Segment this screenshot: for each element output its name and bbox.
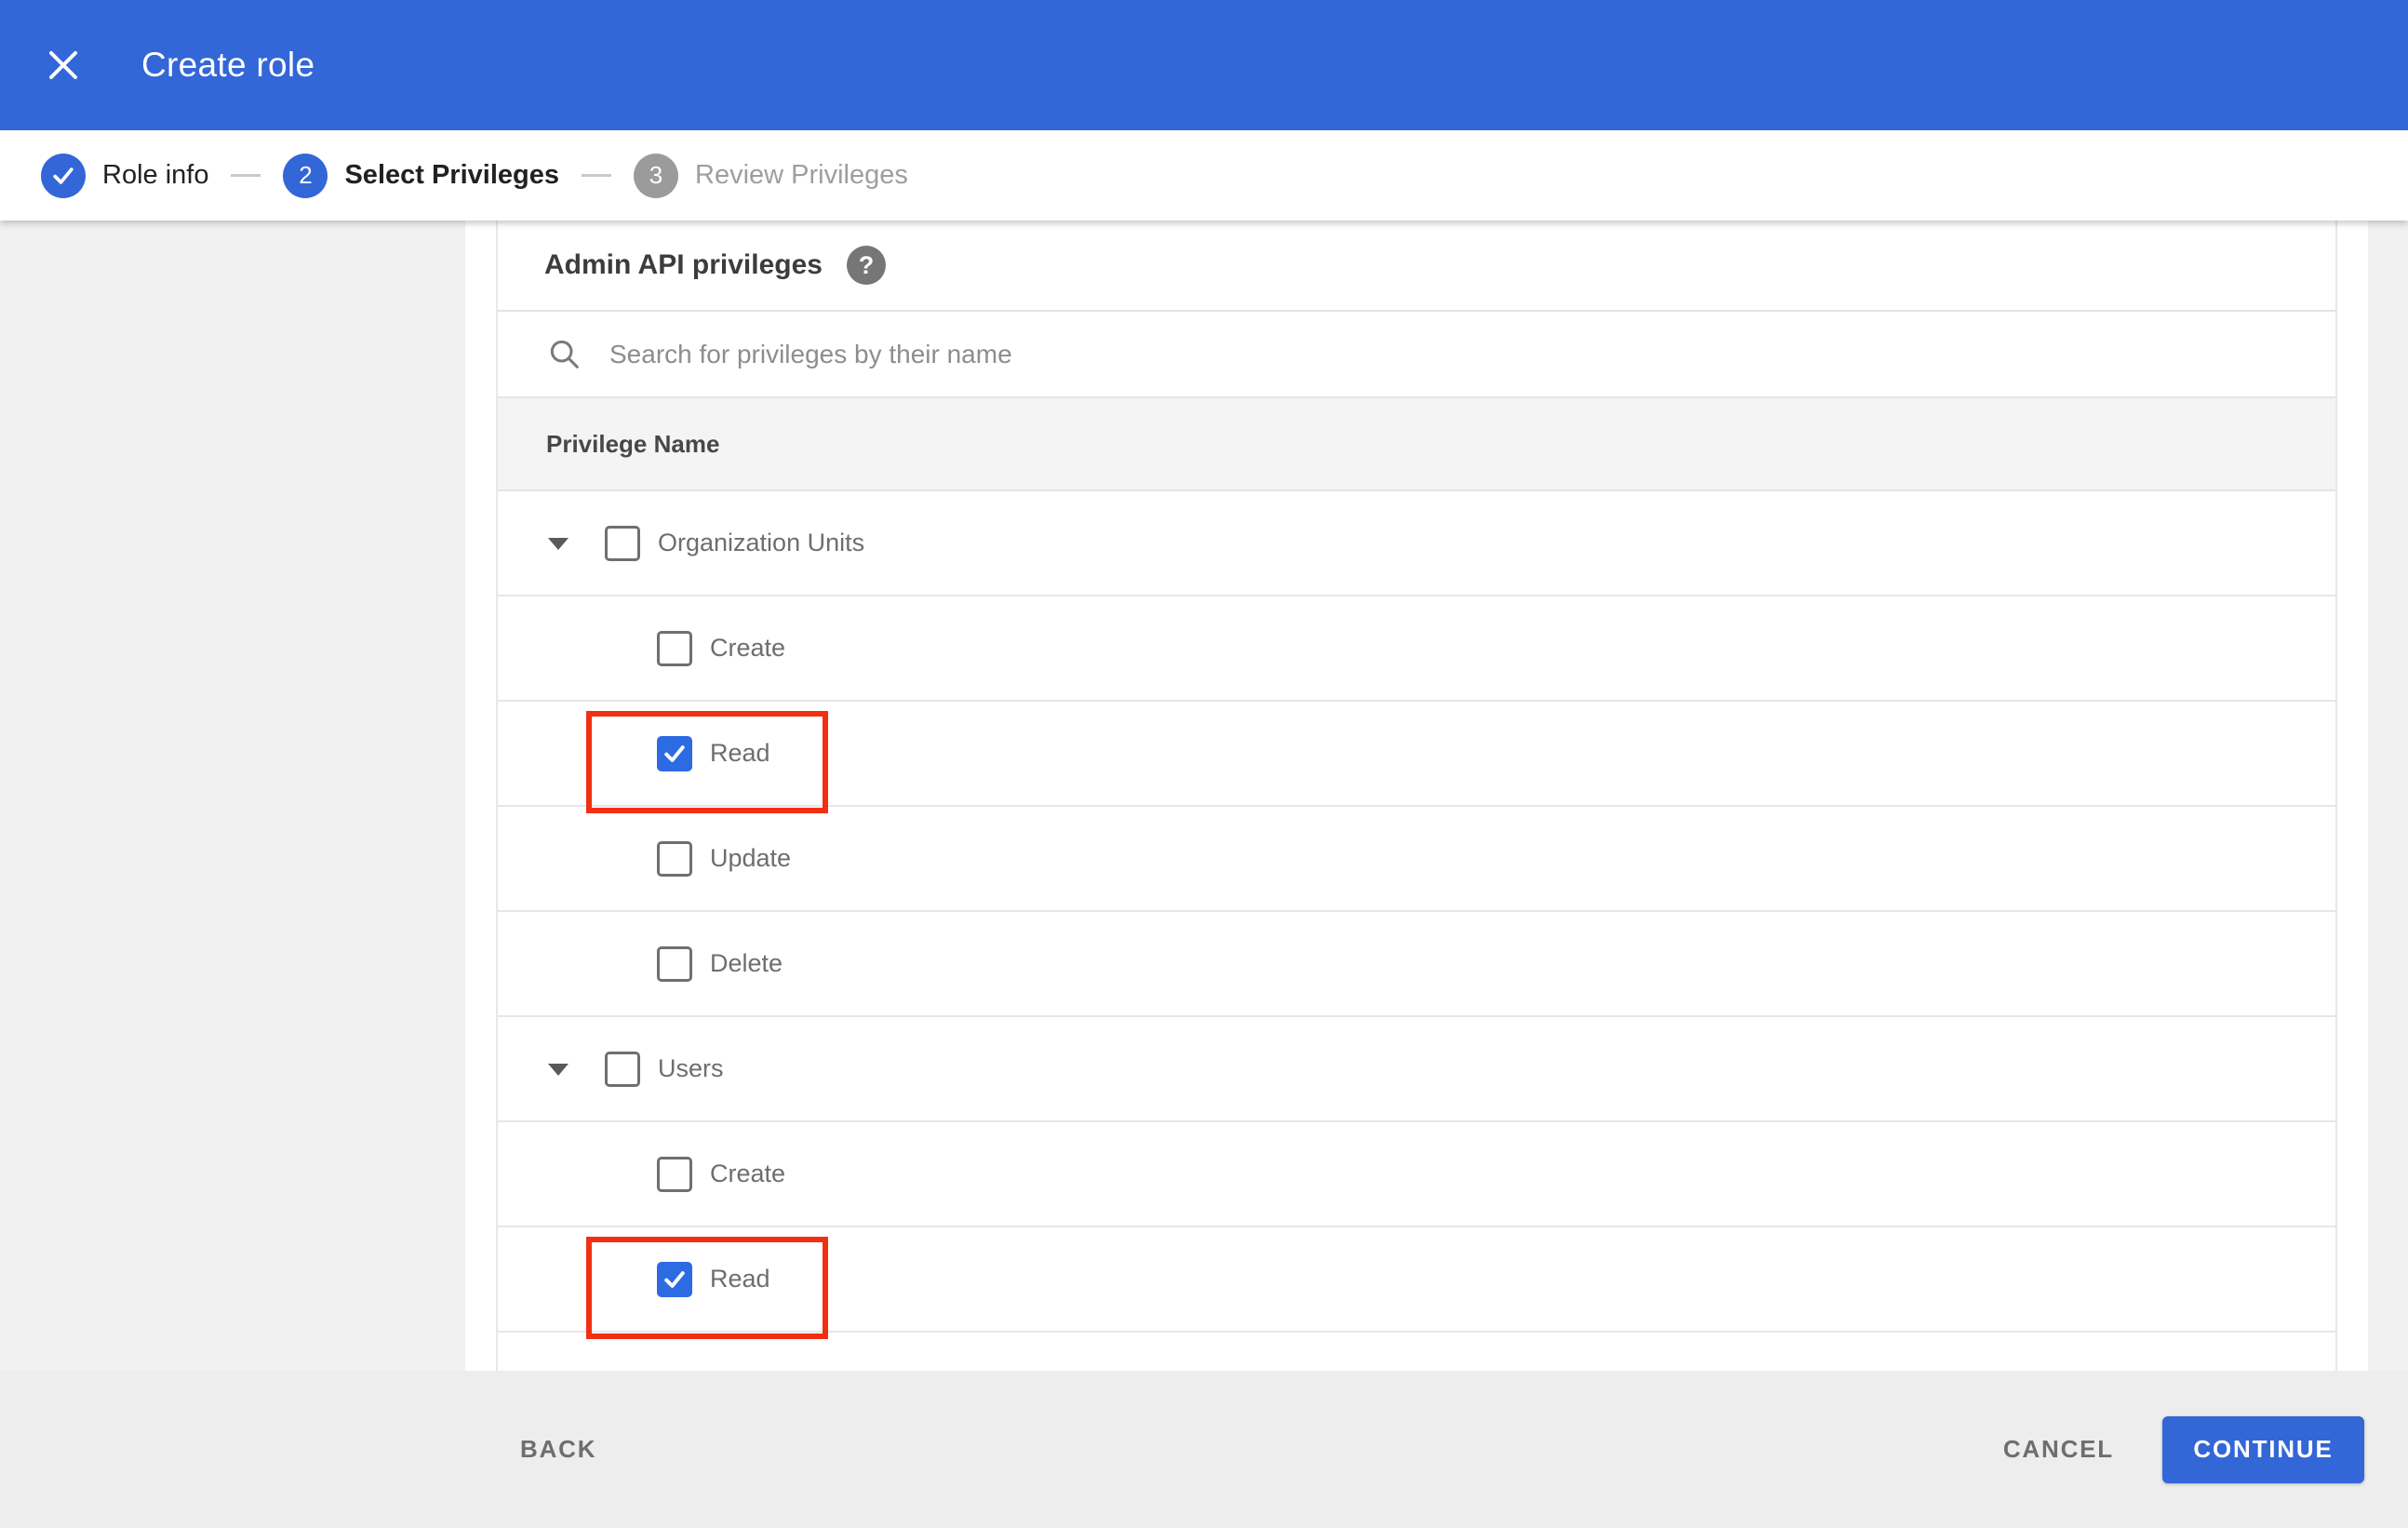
dialog-title: Create role bbox=[141, 46, 315, 84]
privilege-row-users: Users bbox=[498, 1017, 2335, 1122]
privilege-checkbox[interactable] bbox=[605, 525, 640, 561]
privilege-checkbox[interactable] bbox=[605, 1051, 640, 1087]
continue-button[interactable]: CONTINUE bbox=[2162, 1415, 2364, 1483]
privilege-row-organization-units: Organization Units bbox=[498, 491, 2335, 596]
step-review-privileges: 3 Review Privileges bbox=[634, 153, 908, 198]
step-role-info[interactable]: Role info bbox=[41, 153, 209, 198]
table-header: Privilege Name bbox=[498, 398, 2335, 491]
stepper: Role info 2 Select Privileges 3 Review P… bbox=[0, 130, 2408, 221]
privilege-label: Create bbox=[710, 1159, 786, 1187]
privilege-checkbox[interactable] bbox=[657, 840, 692, 877]
privilege-checkbox[interactable] bbox=[657, 1261, 692, 1297]
step-complete-check-icon bbox=[41, 153, 86, 198]
privilege-label: Read bbox=[710, 1265, 770, 1293]
privilege-row-create: Create bbox=[498, 1122, 2335, 1227]
privilege-checkbox[interactable] bbox=[657, 630, 692, 666]
step-separator bbox=[582, 174, 611, 177]
create-role-dialog: Create role Role info 2 Select Privilege… bbox=[0, 0, 2408, 1528]
privileges-panel: Admin API privileges ? Privilege Name Or… bbox=[465, 221, 2368, 1371]
panel-title: Admin API privileges bbox=[544, 249, 823, 280]
help-icon[interactable]: ? bbox=[846, 246, 886, 285]
collapse-caret-icon[interactable] bbox=[548, 1064, 569, 1076]
step-label: Role info bbox=[102, 160, 209, 190]
step-number-badge: 2 bbox=[283, 153, 328, 198]
column-header-privilege-name: Privilege Name bbox=[546, 429, 720, 458]
step-label: Review Privileges bbox=[695, 160, 908, 190]
privilege-row-read: Read bbox=[498, 1227, 2335, 1339]
privilege-checkbox[interactable] bbox=[657, 735, 692, 771]
step-number-badge: 3 bbox=[634, 153, 678, 198]
privileges-table-container: Admin API privileges ? Privilege Name Or… bbox=[496, 221, 2337, 1371]
privilege-row-delete: Delete bbox=[498, 912, 2335, 1017]
footer-action-bar: BACK CANCEL CONTINUE bbox=[0, 1371, 2408, 1528]
privilege-label: Read bbox=[710, 739, 770, 767]
privilege-row-update: Update bbox=[498, 807, 2335, 912]
privilege-checkbox[interactable] bbox=[657, 1156, 692, 1192]
privilege-checkbox[interactable] bbox=[657, 945, 692, 982]
collapse-caret-icon[interactable] bbox=[548, 538, 569, 550]
panel-title-row: Admin API privileges ? bbox=[498, 221, 2335, 312]
search-icon bbox=[550, 340, 579, 369]
privilege-label: Delete bbox=[710, 949, 783, 977]
close-icon[interactable] bbox=[39, 41, 87, 89]
cancel-button[interactable]: CANCEL bbox=[2003, 1435, 2114, 1464]
app-bar: Create role bbox=[0, 0, 2408, 130]
privilege-row-create: Create bbox=[498, 596, 2335, 702]
back-button[interactable]: BACK bbox=[520, 1435, 596, 1464]
step-label: Select Privileges bbox=[344, 160, 559, 190]
privilege-label: Create bbox=[710, 634, 786, 662]
privilege-label: Update bbox=[710, 844, 792, 872]
step-separator bbox=[231, 174, 261, 177]
privilege-row-read: Read bbox=[498, 702, 2335, 813]
search-row bbox=[498, 312, 2335, 398]
privilege-label: Organization Units bbox=[658, 529, 865, 556]
highlight-annotation-box bbox=[586, 711, 828, 813]
search-input[interactable] bbox=[609, 339, 2335, 369]
footer-right-actions: CANCEL CONTINUE bbox=[2003, 1415, 2364, 1483]
step-select-privileges[interactable]: 2 Select Privileges bbox=[283, 153, 559, 198]
highlight-annotation-box bbox=[586, 1237, 828, 1339]
privilege-label: Users bbox=[658, 1054, 724, 1082]
